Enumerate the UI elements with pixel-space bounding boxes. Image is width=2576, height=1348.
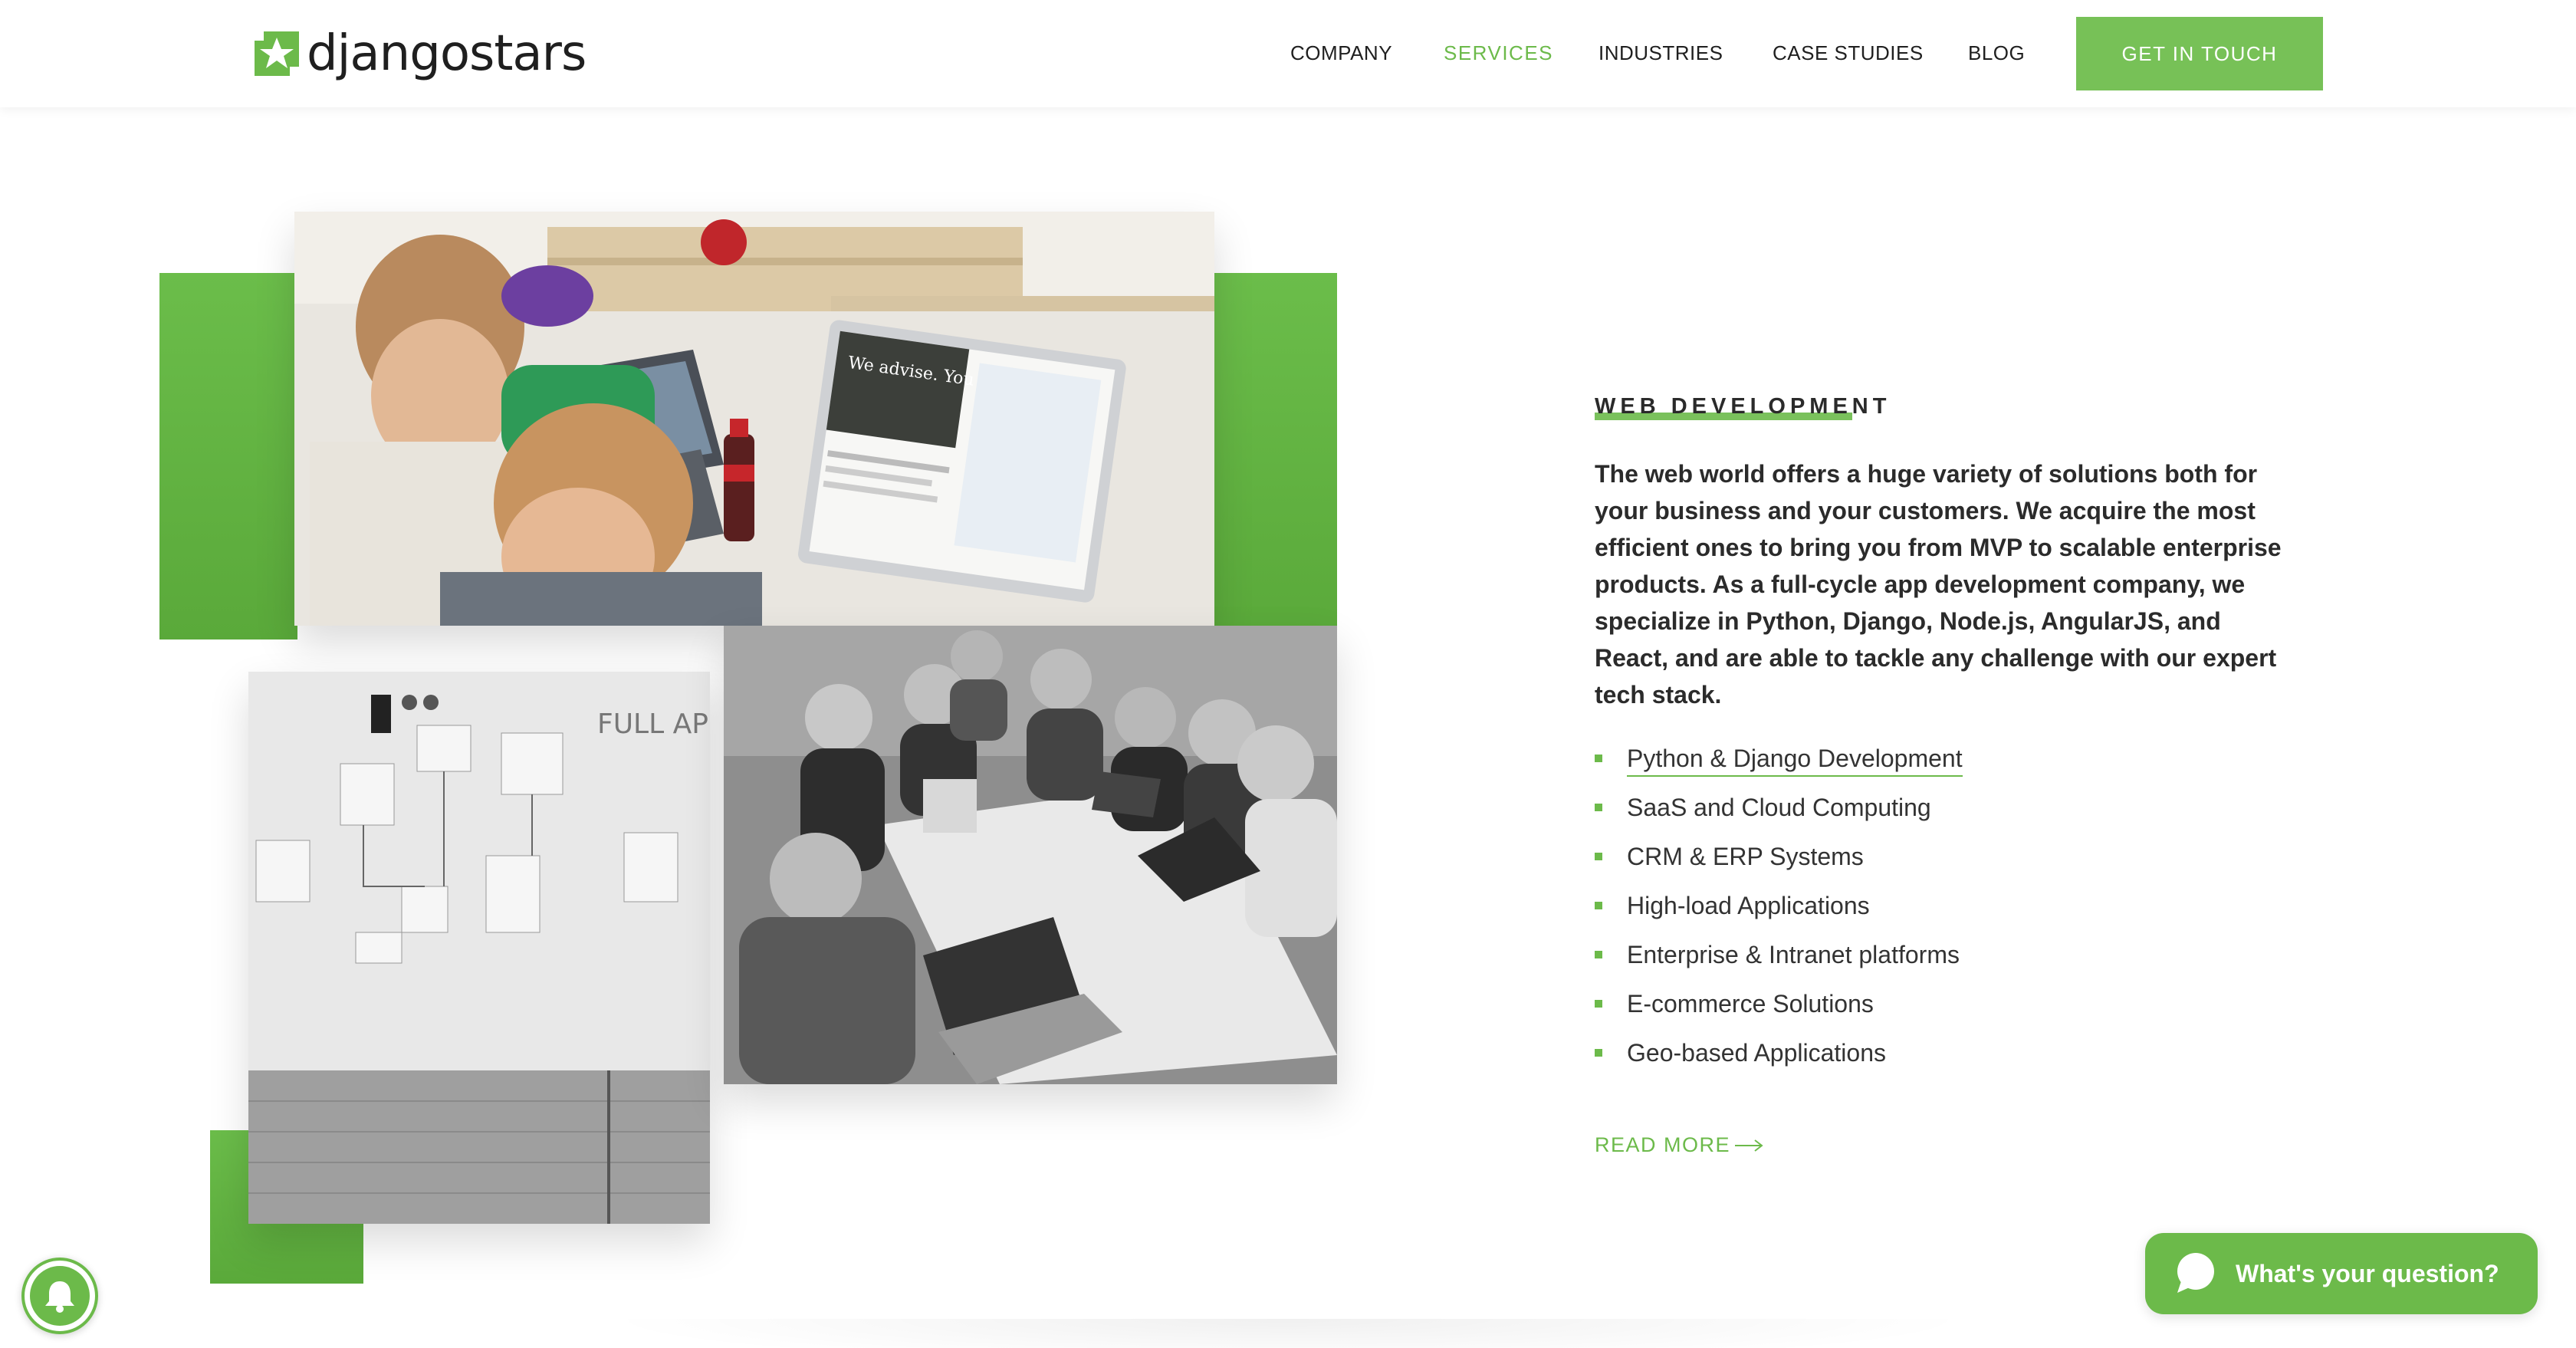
section-title: WEB DEVELOPMENT (1595, 394, 1891, 419)
logo-wordmark: djangostars (307, 25, 586, 82)
djangostars-logo-icon (255, 31, 299, 76)
nav-blog[interactable]: BLOG (1968, 41, 2025, 65)
bullet-icon (1595, 1049, 1602, 1057)
bullet-icon (1595, 755, 1602, 762)
service-item: Enterprise & Intranet platforms (1595, 934, 1963, 983)
service-link[interactable]: Python & Django Development (1627, 745, 1963, 777)
service-item: Geo-based Applications (1595, 1032, 1963, 1081)
nav-company[interactable]: COMPANY (1290, 41, 1392, 65)
read-more-link[interactable]: READ MORE (1595, 1133, 1764, 1157)
bullet-icon (1595, 1000, 1602, 1008)
decor-green-block-left (159, 273, 297, 639)
service-label: SaaS and Cloud Computing (1627, 794, 1931, 821)
services-list: Python & Django Development SaaS and Clo… (1595, 738, 1963, 1081)
team-meeting-table-photo (724, 626, 1337, 1084)
service-label: E-commerce Solutions (1627, 990, 1874, 1018)
nav-services[interactable]: SERVICES (1444, 41, 1553, 65)
service-label: CRM & ERP Systems (1627, 843, 1864, 870)
arrow-right-icon (1735, 1139, 1763, 1152)
bullet-icon (1595, 853, 1602, 860)
chat-label: What's your question? (2236, 1259, 2499, 1287)
service-item: CRM & ERP Systems (1595, 836, 1963, 885)
notification-bell-icon (30, 1266, 90, 1326)
decor-green-block-right (1213, 273, 1337, 639)
next-section-shadow (598, 1319, 1978, 1348)
bullet-icon (1595, 902, 1602, 909)
service-label: Enterprise & Intranet platforms (1627, 941, 1960, 968)
service-item: High-load Applications (1595, 885, 1963, 934)
service-item: E-commerce Solutions (1595, 983, 1963, 1032)
chat-question-button[interactable]: What's your question? (2145, 1233, 2538, 1314)
bullet-icon (1595, 804, 1602, 811)
whiteboard-heading: FULL APPLIC (597, 709, 710, 740)
service-item[interactable]: Python & Django Development (1595, 738, 1963, 787)
site-header: djangostars COMPANY SERVICES INDUSTRIES … (0, 0, 2576, 107)
service-label: High-load Applications (1627, 892, 1870, 919)
nav-industries[interactable]: INDUSTRIES (1598, 41, 1723, 65)
section-description: The web world offers a huge variety of s… (1595, 460, 2282, 709)
notification-bell-button[interactable] (21, 1258, 98, 1334)
site-logo[interactable]: djangostars (250, 26, 586, 81)
nav-case-studies[interactable]: CASE STUDIES (1773, 41, 1924, 65)
whiteboard-with-notes-photo: FULL APPLIC (248, 672, 710, 1224)
chat-bubble-icon (2177, 1253, 2214, 1293)
get-in-touch-button[interactable]: GET IN TOUCH (2076, 17, 2323, 90)
bullet-icon (1595, 951, 1602, 958)
service-item: SaaS and Cloud Computing (1595, 787, 1963, 836)
office-team-at-computers-photo: We advise. You decide. (294, 212, 1214, 626)
read-more-label: READ MORE (1595, 1133, 1731, 1156)
service-label: Geo-based Applications (1627, 1039, 1886, 1067)
